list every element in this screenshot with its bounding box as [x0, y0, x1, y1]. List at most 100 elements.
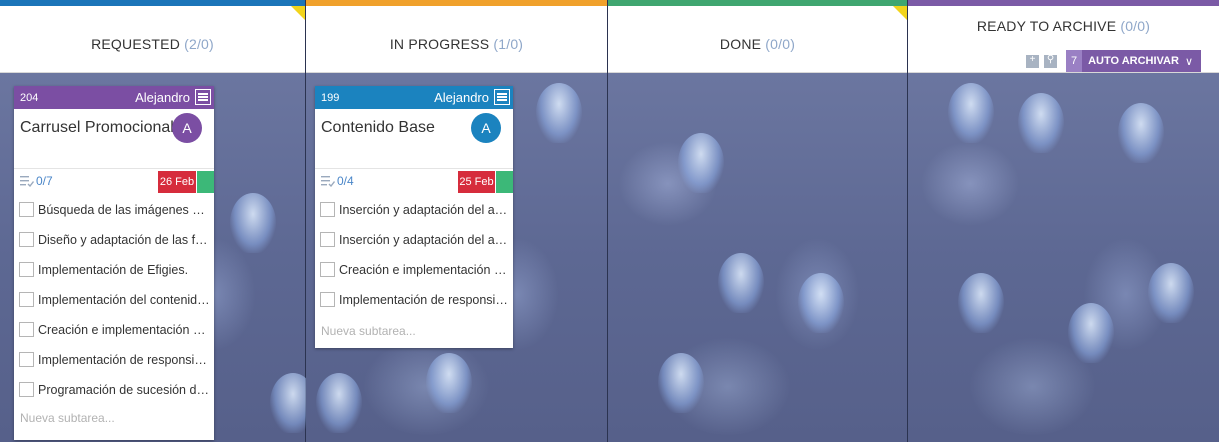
subtask-item[interactable]: Implementación del contenido base [14, 287, 214, 317]
jellyfish-image [536, 83, 582, 143]
subtask-checkbox[interactable] [19, 322, 34, 337]
search-icon[interactable]: ⚲ [1044, 54, 1058, 68]
status-color-bar [496, 171, 513, 193]
jellyfish-image [958, 273, 1004, 333]
due-date-badge[interactable]: 25 Feb [458, 171, 495, 193]
subtask-text[interactable]: Inserción y adaptación del apartado [339, 233, 509, 247]
jellyfish-image [1018, 93, 1064, 153]
column-corner-flag[interactable] [291, 6, 305, 20]
subtask-text[interactable]: Creación e implementación de animaciones [38, 323, 210, 337]
column-title[interactable]: REQUESTED (2/0) [0, 36, 305, 52]
subtask-item[interactable]: Creación e implementación de animaciones [315, 257, 513, 287]
card-title[interactable]: Contenido Base [321, 119, 435, 137]
column-ready-to-archive: READY TO ARCHIVE (0/0) + ⚲ 7 AUTO ARCHIV… [908, 0, 1219, 442]
auto-archive-button[interactable]: 7 AUTO ARCHIVAR ∨ [1066, 50, 1201, 72]
column-title-text: DONE [719, 36, 762, 52]
subtask-item[interactable]: Implementación de Efigies. [14, 257, 214, 287]
card-id: 204 [20, 92, 39, 104]
card-menu-icon[interactable] [195, 89, 211, 105]
subtask-item[interactable]: Inserción y adaptación del apartado [315, 197, 513, 227]
subtask-text[interactable]: Implementación de Efigies. [38, 263, 210, 277]
archive-icon[interactable]: + [1026, 54, 1040, 68]
auto-archive-days: 7 [1066, 50, 1083, 72]
subtask-text[interactable]: Programación de sucesión de imágenes [38, 383, 210, 397]
jellyfish-image [718, 253, 764, 313]
column-title[interactable]: IN PROGRESS (1/0) [306, 36, 607, 52]
task-card[interactable]: 199 Alejandro Contenido Base A 0/4 25 Fe… [315, 86, 513, 348]
subtask-count[interactable]: 0/4 [337, 174, 354, 188]
status-color-bar [197, 171, 214, 193]
task-card[interactable]: 204 Alejandro Carrusel Promocional A 0/7… [14, 86, 214, 440]
avatar[interactable]: A [172, 113, 202, 143]
subtask-checkbox[interactable] [19, 262, 34, 277]
avatar[interactable]: A [471, 113, 501, 143]
column-corner-flag[interactable] [893, 6, 907, 20]
jellyfish-image [230, 193, 276, 253]
card-header: 204 Alejandro [14, 86, 214, 109]
jellyfish-image [1068, 303, 1114, 363]
card-meta: 0/4 25 Feb [315, 168, 513, 194]
subtask-count[interactable]: 0/7 [36, 174, 53, 188]
subtask-text[interactable]: Búsqueda de las imágenes que se utilizar… [38, 203, 210, 217]
column-header: READY TO ARCHIVE (0/0) + ⚲ 7 AUTO ARCHIV… [908, 0, 1219, 73]
column-body [908, 73, 1219, 442]
jellyfish-image [1148, 263, 1194, 323]
subtask-list: Inserción y adaptación del apartado Inse… [315, 197, 513, 317]
column-title[interactable]: READY TO ARCHIVE (0/0) [908, 18, 1219, 34]
subtask-item[interactable]: Implementación de responsividad [14, 347, 214, 377]
jellyfish-image [798, 273, 844, 333]
subtask-text[interactable]: Implementación de responsividad [38, 353, 210, 367]
subtask-item[interactable]: Búsqueda de las imágenes que se utilizar… [14, 197, 214, 227]
column-in-progress: IN PROGRESS (1/0) 199 Alejandro Contenid… [306, 0, 608, 442]
column-count: (1/0) [493, 36, 524, 52]
due-date-badge[interactable]: 26 Feb [158, 171, 196, 193]
subtask-checkbox[interactable] [320, 292, 335, 307]
subtask-checkbox[interactable] [19, 382, 34, 397]
card-id: 199 [321, 92, 340, 104]
column-header: IN PROGRESS (1/0) [306, 0, 607, 73]
card-title[interactable]: Carrusel Promocional [20, 119, 174, 137]
subtask-list-icon [20, 176, 34, 187]
subtask-text[interactable]: Inserción y adaptación del apartado [339, 203, 509, 217]
subtask-item[interactable]: Inserción y adaptación del apartado [315, 227, 513, 257]
card-meta: 0/7 26 Feb [14, 168, 214, 194]
column-body [608, 73, 907, 442]
column-done: DONE (0/0) [608, 0, 908, 442]
subtask-text[interactable]: Implementación de responsividad [339, 293, 509, 307]
column-title-text: REQUESTED [91, 36, 181, 52]
card-header: 199 Alejandro [315, 86, 513, 109]
new-subtask-input[interactable]: Nueva subtarea... [321, 324, 416, 338]
column-title[interactable]: DONE (0/0) [608, 36, 907, 52]
subtask-checkbox[interactable] [320, 202, 335, 217]
subtask-checkbox[interactable] [320, 232, 335, 247]
new-subtask-input[interactable]: Nueva subtarea... [20, 411, 115, 425]
column-count: (0/0) [765, 36, 796, 52]
column-requested: REQUESTED (2/0) 204 Alejandro Carrusel P… [0, 0, 316, 442]
card-menu-icon[interactable] [494, 89, 510, 105]
card-owner[interactable]: Alejandro [135, 90, 190, 105]
archive-toolbar: + ⚲ 7 AUTO ARCHIVAR ∨ [1026, 50, 1201, 72]
subtask-item[interactable]: Programación de sucesión de imágenes [14, 377, 214, 407]
subtask-text[interactable]: Creación e implementación de animaciones [339, 263, 509, 277]
subtask-checkbox[interactable] [19, 292, 34, 307]
subtask-text[interactable]: Diseño y adaptación de las figuras [38, 233, 210, 247]
subtask-item[interactable]: Diseño y adaptación de las figuras [14, 227, 214, 257]
card-owner[interactable]: Alejandro [434, 90, 489, 105]
jellyfish-image [658, 353, 704, 413]
jellyfish-image [678, 133, 724, 193]
subtask-checkbox[interactable] [19, 232, 34, 247]
subtask-item[interactable]: Creación e implementación de animaciones [14, 317, 214, 347]
kanban-board: REQUESTED (2/0) 204 Alejandro Carrusel P… [0, 0, 1219, 442]
jellyfish-image [1118, 103, 1164, 163]
subtask-item[interactable]: Implementación de responsividad [315, 287, 513, 317]
subtask-text[interactable]: Implementación del contenido base [38, 293, 210, 307]
column-title-text: READY TO ARCHIVE [976, 18, 1117, 34]
subtask-checkbox[interactable] [19, 352, 34, 367]
column-title-text: IN PROGRESS [389, 36, 490, 52]
subtask-checkbox[interactable] [320, 262, 335, 277]
column-header: REQUESTED (2/0) [0, 0, 305, 73]
subtask-checkbox[interactable] [19, 202, 34, 217]
chevron-down-icon: ∨ [1184, 55, 1193, 68]
subtask-list: Búsqueda de las imágenes que se utilizar… [14, 197, 214, 407]
column-header: DONE (0/0) [608, 0, 907, 73]
